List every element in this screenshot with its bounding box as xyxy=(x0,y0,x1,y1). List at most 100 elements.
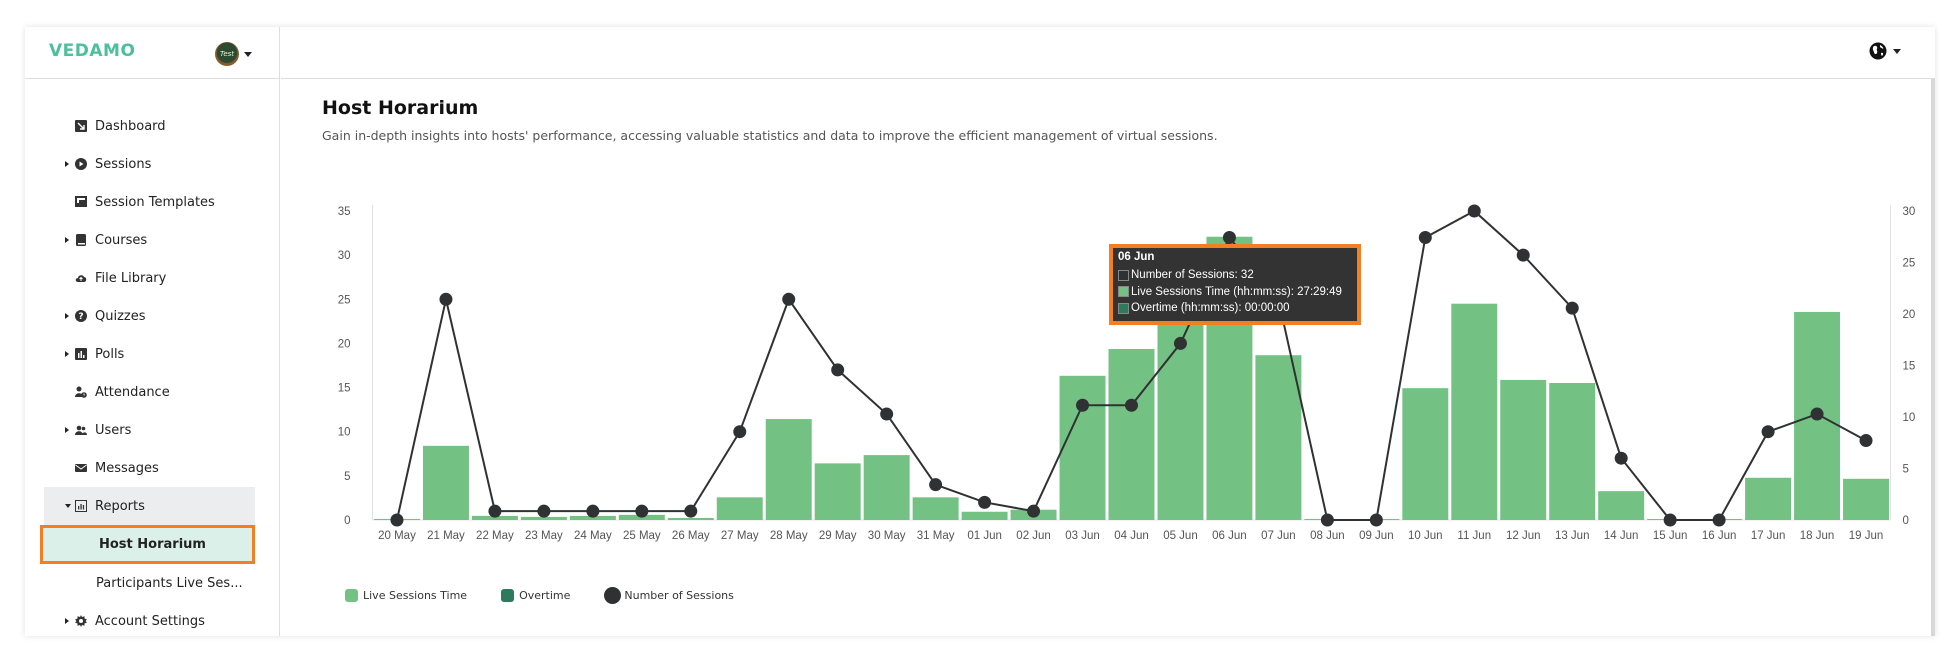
point-number-of-sessions[interactable] xyxy=(1516,248,1530,262)
tooltip-swatch xyxy=(1118,286,1129,298)
caret-right-icon[interactable] xyxy=(65,618,69,624)
legend-item-overtime[interactable]: Overtime xyxy=(501,589,570,602)
left-axis-tick-label: 25 xyxy=(338,294,351,306)
user-menu-button[interactable]: Test xyxy=(215,42,252,66)
sidebar-item-reports[interactable]: Reports xyxy=(44,487,255,525)
tooltip-row-sessions: Number of Sessions: 32 xyxy=(1118,267,1352,284)
point-number-of-sessions[interactable] xyxy=(1418,230,1432,244)
caret-right-icon[interactable] xyxy=(65,313,69,319)
point-number-of-sessions[interactable] xyxy=(537,504,551,518)
bar-live-sessions-time[interactable] xyxy=(1402,388,1449,520)
bar-live-sessions-time[interactable] xyxy=(1500,379,1547,520)
x-axis-tick-label: 12 Jun xyxy=(1506,530,1541,542)
sidebar-item-file-library[interactable]: File Library xyxy=(25,259,280,297)
sidebar-item-users[interactable]: Users xyxy=(25,411,280,449)
point-number-of-sessions[interactable] xyxy=(880,407,894,421)
book-icon xyxy=(75,234,87,246)
point-number-of-sessions[interactable] xyxy=(733,425,747,439)
bar-live-sessions-time[interactable] xyxy=(667,517,714,520)
bar-live-sessions-time[interactable] xyxy=(1843,478,1889,520)
point-number-of-sessions[interactable] xyxy=(978,495,992,509)
bar-live-sessions-time[interactable] xyxy=(1745,477,1792,520)
sidebar-item-host-horarium[interactable]: Host Horarium xyxy=(40,525,255,564)
users-icon xyxy=(75,424,87,436)
x-axis-tick-label: 13 Jun xyxy=(1555,530,1590,542)
sidebar-item-session-templates[interactable]: Session Templates xyxy=(25,183,280,221)
bar-live-sessions-time[interactable] xyxy=(1157,293,1204,520)
x-axis-tick-label: 06 Jun xyxy=(1212,530,1247,542)
bar-live-sessions-time[interactable] xyxy=(716,497,763,520)
caret-right-icon[interactable] xyxy=(65,427,69,433)
legend-item-number-of-sessions[interactable]: Number of Sessions xyxy=(604,587,734,604)
bar-live-sessions-time[interactable] xyxy=(1598,491,1645,520)
x-axis-tick-label: 03 Jun xyxy=(1065,530,1100,542)
play-circle-icon xyxy=(75,158,87,170)
point-number-of-sessions[interactable] xyxy=(1761,425,1775,439)
caret-right-icon[interactable] xyxy=(65,237,69,243)
point-number-of-sessions[interactable] xyxy=(1125,398,1138,412)
bar-live-sessions-time[interactable] xyxy=(1451,303,1498,520)
sidebar-item-account-settings[interactable]: Account Settings xyxy=(25,602,280,640)
point-number-of-sessions[interactable] xyxy=(586,504,600,518)
sidebar-item-courses[interactable]: Courses xyxy=(25,221,280,259)
sidebar-item-label: Account Settings xyxy=(95,613,205,629)
caret-down-icon[interactable] xyxy=(65,504,71,508)
point-number-of-sessions[interactable] xyxy=(1712,513,1726,527)
sidebar-item-label: Users xyxy=(95,422,132,438)
x-axis-tick-label: 01 Jun xyxy=(967,530,1002,542)
point-number-of-sessions[interactable] xyxy=(488,504,502,518)
bar-live-sessions-time[interactable] xyxy=(863,455,910,520)
sidebar-item-quizzes[interactable]: ? Quizzes xyxy=(25,297,280,335)
dashboard-icon xyxy=(75,120,87,132)
point-number-of-sessions[interactable] xyxy=(1027,504,1041,518)
point-number-of-sessions[interactable] xyxy=(1810,407,1824,421)
poll-chart-icon xyxy=(75,348,87,360)
bar-live-sessions-time[interactable] xyxy=(1108,349,1155,520)
legend-swatch-overtime xyxy=(501,589,515,602)
point-number-of-sessions[interactable] xyxy=(1663,513,1677,527)
sidebar-item-polls[interactable]: Polls xyxy=(25,335,280,373)
point-number-of-sessions[interactable] xyxy=(782,292,796,306)
point-number-of-sessions[interactable] xyxy=(929,478,943,492)
point-number-of-sessions[interactable] xyxy=(684,504,698,518)
x-axis-tick-label: 05 Jun xyxy=(1163,530,1198,542)
bar-live-sessions-time[interactable] xyxy=(1549,383,1596,520)
bar-live-sessions-time[interactable] xyxy=(422,445,469,520)
point-number-of-sessions[interactable] xyxy=(1076,398,1090,412)
point-number-of-sessions[interactable] xyxy=(1222,230,1236,244)
sidebar-item-attendance[interactable]: Attendance xyxy=(25,373,280,411)
sidebar-item-dashboard[interactable]: Dashboard xyxy=(25,107,280,145)
point-number-of-sessions[interactable] xyxy=(1565,301,1579,315)
point-number-of-sessions[interactable] xyxy=(390,513,404,527)
point-number-of-sessions[interactable] xyxy=(1320,513,1334,527)
bar-live-sessions-time[interactable] xyxy=(1059,375,1106,520)
point-number-of-sessions[interactable] xyxy=(439,292,453,306)
sidebar-item-messages[interactable]: Messages xyxy=(25,449,280,487)
x-axis-tick-label: 21 May xyxy=(427,530,465,542)
legend-item-live-sessions-time[interactable]: Live Sessions Time xyxy=(345,589,467,602)
bar-live-sessions-time[interactable] xyxy=(912,497,959,520)
right-axis-tick-label: 5 xyxy=(1903,464,1909,476)
vedamo-logo[interactable]: VEDAMO xyxy=(49,41,135,61)
point-number-of-sessions[interactable] xyxy=(1173,336,1187,350)
caret-right-icon[interactable] xyxy=(65,161,69,167)
caret-right-icon[interactable] xyxy=(65,351,69,357)
bar-live-sessions-time[interactable] xyxy=(765,419,812,520)
gear-icon xyxy=(75,615,87,627)
sidebar-item-participants-live-ses[interactable]: Participants Live Ses... xyxy=(25,564,280,602)
point-number-of-sessions[interactable] xyxy=(1467,204,1481,218)
left-axis-tick-label: 0 xyxy=(344,515,350,527)
sidebar-item-label: File Library xyxy=(95,270,167,286)
bar-live-sessions-time[interactable] xyxy=(961,511,1008,520)
avatar: Test xyxy=(215,42,239,66)
point-number-of-sessions[interactable] xyxy=(635,504,649,518)
bar-live-sessions-time[interactable] xyxy=(1255,355,1302,520)
point-number-of-sessions[interactable] xyxy=(1614,451,1628,465)
point-number-of-sessions[interactable] xyxy=(831,363,845,377)
point-number-of-sessions[interactable] xyxy=(1369,513,1383,527)
x-axis-tick-label: 31 May xyxy=(917,530,955,542)
left-axis-tick-label: 35 xyxy=(338,206,351,218)
point-number-of-sessions[interactable] xyxy=(1859,434,1873,448)
bar-live-sessions-time[interactable] xyxy=(814,463,861,520)
sidebar-item-sessions[interactable]: Sessions xyxy=(25,145,280,183)
